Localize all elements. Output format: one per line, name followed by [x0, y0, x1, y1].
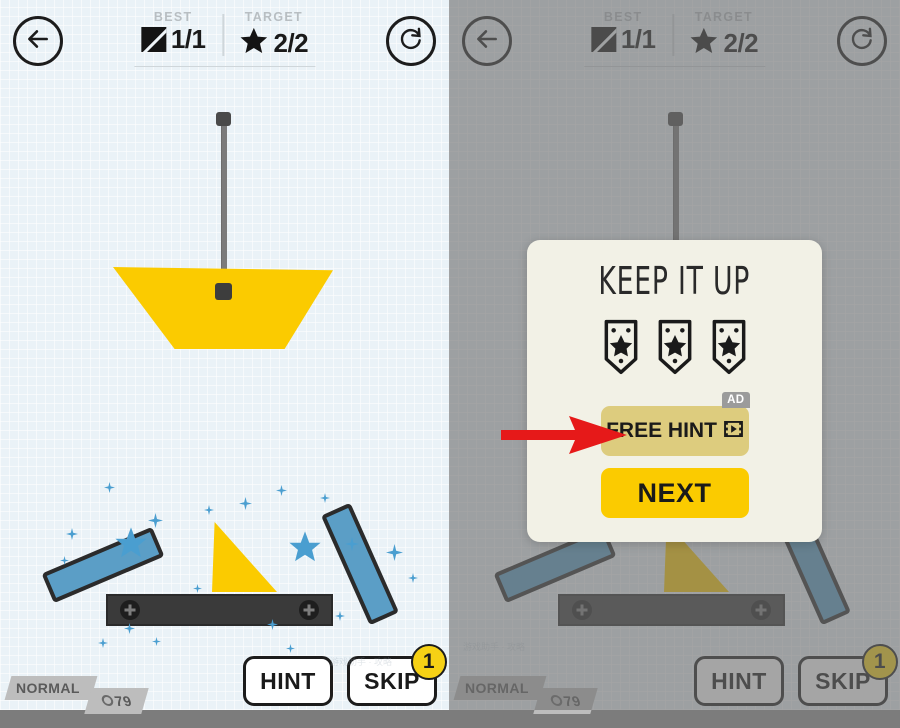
restart-button[interactable]	[837, 16, 887, 66]
best-score: BEST 1/1	[124, 10, 223, 52]
difficulty-tag: NORMAL	[4, 676, 98, 700]
bolt-icon	[299, 600, 319, 620]
rod-top-cap	[216, 112, 231, 126]
target-score: TARGET 2/2	[672, 10, 776, 60]
coin-icon	[100, 695, 115, 706]
arrow-left-icon	[25, 26, 51, 57]
skip-count-badge: 1	[411, 644, 447, 680]
next-button[interactable]: NEXT	[600, 468, 749, 518]
skip-button[interactable]: SKIP 1	[347, 644, 447, 706]
bolt-icon	[572, 600, 592, 620]
panel-gameplay: 游戏助手 · 攻略 BEST 1/1 TARGET 2/2 NORMAL 79 …	[0, 0, 449, 728]
square-slash-icon	[140, 26, 166, 52]
action-buttons: HINT SKIP 1	[243, 644, 447, 706]
video-play-icon	[724, 419, 743, 443]
sparkle-particle	[193, 580, 202, 598]
star-banner-icon	[709, 319, 749, 380]
arrow-left-icon	[474, 26, 500, 57]
status-tags: NORMAL 79	[4, 676, 149, 714]
hint-button[interactable]: HINT	[243, 656, 333, 706]
sparkle-particle	[124, 621, 135, 639]
back-button[interactable]	[13, 16, 63, 66]
best-value: 1/1	[170, 24, 206, 54]
sparkle-particle	[60, 552, 69, 570]
ad-badge: AD	[722, 392, 750, 408]
coin-icon	[549, 695, 564, 706]
hanging-rod	[221, 122, 227, 290]
star-icon	[240, 26, 269, 60]
red-arrow-right-icon	[501, 413, 629, 462]
rod-pivot	[215, 283, 232, 300]
status-tags: NORMAL 79	[453, 676, 598, 714]
sparkle-particle	[152, 633, 161, 651]
target-value: 2/2	[273, 28, 309, 58]
sparkle-particle	[345, 537, 359, 556]
hud-right: BEST 1/1 TARGET 2/2	[449, 0, 900, 92]
hint-label: HINT	[260, 667, 316, 694]
star-banner-icon	[601, 319, 641, 380]
sparkle-particle	[148, 513, 163, 533]
rod-top-cap	[668, 112, 683, 126]
dialog-title: KEEP IT UP	[598, 259, 751, 303]
target-value: 2/2	[723, 28, 759, 58]
sparkle-particle	[408, 570, 418, 588]
square-slash-icon	[590, 26, 616, 52]
sparkle-particle	[66, 527, 78, 545]
level-complete-dialog: KEEP IT UP FREE HINT AD NEXT	[527, 240, 822, 542]
star-badges	[601, 319, 749, 380]
sparkle-particle	[320, 490, 330, 508]
star-banner-icon	[655, 319, 695, 380]
footer-bar	[0, 710, 449, 728]
sparkle-particle	[204, 502, 214, 520]
restart-icon	[398, 26, 424, 57]
bolt-icon	[120, 600, 140, 620]
sparkle-particle	[239, 497, 252, 515]
panel-dialog: BEST 1/1 TARGET 2/2 NORMAL 79 HINT SKIP …	[449, 0, 900, 728]
sparkle-particle	[98, 635, 108, 653]
skip-button[interactable]: SKIP 1	[798, 644, 898, 706]
target-label: TARGET	[244, 10, 303, 24]
skip-label: SKIP	[815, 667, 871, 694]
sparkle-particle	[276, 483, 287, 501]
star-icon	[690, 26, 719, 60]
best-label: BEST	[603, 10, 643, 24]
blue-star	[114, 526, 148, 565]
best-score: BEST 1/1	[574, 10, 673, 52]
dual-panel-screenshot: 游戏助手 · 攻略 BEST 1/1 TARGET 2/2 NORMAL 79 …	[0, 0, 900, 728]
footer-bar	[449, 710, 900, 728]
score-block: BEST 1/1 TARGET 2/2	[124, 10, 325, 67]
hint-button[interactable]: HINT	[694, 656, 784, 706]
score-block: BEST 1/1 TARGET 2/2	[574, 10, 775, 67]
restart-icon	[849, 26, 875, 57]
skip-count-badge: 1	[862, 644, 898, 680]
difficulty-tag: NORMAL	[453, 676, 547, 700]
sparkle-particle	[335, 608, 345, 626]
dark-platform	[558, 594, 785, 626]
coins-tag: 79	[84, 688, 149, 714]
target-label: TARGET	[694, 10, 753, 24]
hint-label: HINT	[711, 667, 767, 694]
sparkle-particle	[267, 617, 278, 635]
best-value: 1/1	[620, 24, 656, 54]
coins-tag: 79	[533, 688, 598, 714]
blue-star	[288, 530, 322, 569]
next-label: NEXT	[637, 477, 712, 508]
restart-button[interactable]	[386, 16, 436, 66]
hud-left: BEST 1/1 TARGET 2/2	[0, 0, 449, 92]
back-button[interactable]	[462, 16, 512, 66]
skip-label: SKIP	[364, 667, 420, 694]
sparkle-particle	[104, 480, 115, 498]
dark-platform	[106, 594, 333, 626]
sparkle-particle	[386, 544, 403, 566]
best-label: BEST	[153, 10, 193, 24]
action-buttons: HINT SKIP 1	[694, 644, 898, 706]
target-score: TARGET 2/2	[222, 10, 326, 60]
bolt-icon	[751, 600, 771, 620]
